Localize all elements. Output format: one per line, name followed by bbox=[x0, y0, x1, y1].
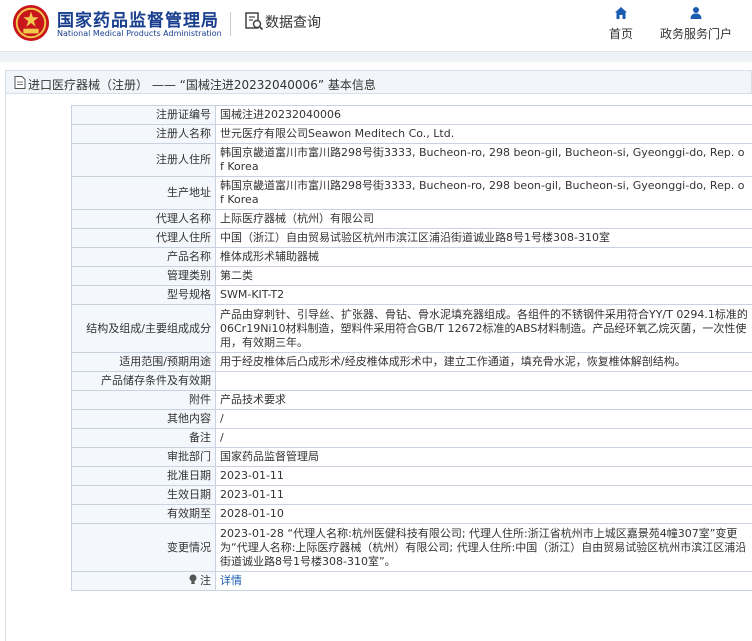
field-value: 2023-01-11 bbox=[215, 485, 752, 505]
field-label: 附件 bbox=[71, 390, 216, 410]
field-value: 韩国京畿道富川市富川路298号街3333, Bucheon-ro, 298 be… bbox=[215, 143, 752, 177]
header-divider bbox=[230, 12, 231, 36]
brand-name-en: National Medical Products Administration bbox=[57, 29, 222, 38]
field-value: 2023-01-11 bbox=[215, 466, 752, 486]
field-value: / bbox=[215, 409, 752, 429]
field-label: 审批部门 bbox=[71, 447, 216, 467]
field-label: 代理人名称 bbox=[71, 209, 216, 229]
table-row: 适用范围/预期用途 用于经皮椎体后凸成形术/经皮椎体成形术中，建立工作通道，填充骨… bbox=[71, 352, 752, 372]
field-label: 结构及组成/主要组成成分 bbox=[71, 304, 216, 353]
field-value: 用于经皮椎体后凸成形术/经皮椎体成形术中，建立工作通道，填充骨水泥，恢复椎体解剖… bbox=[215, 352, 752, 372]
field-value: 产品技术要求 bbox=[215, 390, 752, 410]
field-label: 产品储存条件及有效期 bbox=[71, 371, 216, 391]
table-row: 注册人名称 世元医疗有限公司Seawon Meditech Co., Ltd. bbox=[71, 124, 752, 144]
field-label: 代理人住所 bbox=[71, 228, 216, 248]
field-value: 产品由穿刺针、引导丝、扩张器、骨钻、骨水泥填充器组成。各组件的不锈钢件采用符合Y… bbox=[215, 304, 752, 353]
field-value: 椎体成形术辅助器械 bbox=[215, 247, 752, 267]
detail-link[interactable]: 详情 bbox=[220, 574, 242, 587]
data-query-title[interactable]: 数据查询 bbox=[265, 12, 321, 32]
table-row: 批准日期 2023-01-11 bbox=[71, 466, 752, 486]
field-label: 注册人住所 bbox=[71, 143, 216, 177]
field-value: 上际医疗器械（杭州）有限公司 bbox=[215, 209, 752, 229]
table-row: 审批部门 国家药品监督管理局 bbox=[71, 447, 752, 467]
field-value: 韩国京畿道富川市富川路298号街3333, Bucheon-ro, 298 be… bbox=[215, 176, 752, 210]
header-gap bbox=[0, 52, 752, 62]
table-row: 生效日期 2023-01-11 bbox=[71, 485, 752, 505]
field-value: SWM-KIT-T2 bbox=[215, 285, 752, 305]
search-document-icon bbox=[245, 12, 264, 31]
table-row: 代理人名称 上际医疗器械（杭州）有限公司 bbox=[71, 209, 752, 229]
table-row: 产品储存条件及有效期 bbox=[71, 371, 752, 391]
content-frame-border bbox=[5, 94, 6, 641]
field-label: 变更情况 bbox=[71, 523, 216, 572]
table-row: 管理类别 第二类 bbox=[71, 266, 752, 286]
table-row: 生产地址 韩国京畿道富川市富川路298号街3333, Bucheon-ro, 29… bbox=[71, 176, 752, 210]
breadcrumb: 进口医疗器械（注册） —— “国械注进20232040006” 基本信息 bbox=[5, 70, 752, 94]
field-label: 产品名称 bbox=[71, 247, 216, 267]
field-label: 注册证编号 bbox=[71, 105, 216, 125]
field-value: 中国（浙江）自由贸易试验区杭州市滨江区浦沿街道诚业路8号1号楼308-310室 bbox=[215, 228, 752, 248]
table-row: 结构及组成/主要组成成分 产品由穿刺针、引导丝、扩张器、骨钻、骨水泥填充器组成。各… bbox=[71, 304, 752, 353]
nav-home[interactable]: 首页 bbox=[606, 6, 636, 42]
table-row: 产品名称 椎体成形术辅助器械 bbox=[71, 247, 752, 267]
table-row-note: 注详情 bbox=[71, 571, 752, 591]
field-label: 有效期至 bbox=[71, 504, 216, 524]
note-value-cell: 详情 bbox=[215, 571, 752, 591]
field-value bbox=[215, 371, 752, 391]
breadcrumb-text: 进口医疗器械（注册） —— “国械注进20232040006” 基本信息 bbox=[28, 78, 376, 92]
field-value: 国家药品监督管理局 bbox=[215, 447, 752, 467]
field-value: 第二类 bbox=[215, 266, 752, 286]
site-header: 国家药品监督管理局 National Medical Products Admi… bbox=[0, 0, 752, 52]
field-label: 注册人名称 bbox=[71, 124, 216, 144]
field-label: 适用范围/预期用途 bbox=[71, 352, 216, 372]
field-value: 2023-01-28 “代理人名称:杭州医健科技有限公司; 代理人住所:浙江省杭… bbox=[215, 523, 752, 572]
table-row: 变更情况 2023-01-28 “代理人名称:杭州医健科技有限公司; 代理人住所:… bbox=[71, 523, 752, 572]
brand-name-cn[interactable]: 国家药品监督管理局 bbox=[57, 6, 219, 31]
field-label: 型号规格 bbox=[71, 285, 216, 305]
table-row: 型号规格 SWM-KIT-T2 bbox=[71, 285, 752, 305]
table-row: 其他内容 / bbox=[71, 409, 752, 429]
table-row: 有效期至 2028-01-10 bbox=[71, 504, 752, 524]
field-value: / bbox=[215, 428, 752, 448]
field-label: 管理类别 bbox=[71, 266, 216, 286]
bulb-icon bbox=[189, 574, 197, 584]
user-icon bbox=[690, 7, 702, 19]
nav-home-label: 首页 bbox=[608, 27, 633, 41]
field-label: 备注 bbox=[71, 428, 216, 448]
nav-gov-service[interactable]: 政务服务门户 bbox=[658, 6, 734, 42]
national-emblem-logo[interactable] bbox=[12, 4, 50, 42]
field-label: 批准日期 bbox=[71, 466, 216, 486]
home-icon bbox=[615, 7, 627, 19]
field-value: 世元医疗有限公司Seawon Meditech Co., Ltd. bbox=[215, 124, 752, 144]
nav-gov-label: 政务服务门户 bbox=[659, 27, 732, 41]
table-row: 备注 / bbox=[71, 428, 752, 448]
table-row: 注册人住所 韩国京畿道富川市富川路298号街3333, Bucheon-ro, 2… bbox=[71, 143, 752, 177]
field-label: 生效日期 bbox=[71, 485, 216, 505]
table-row: 附件 产品技术要求 bbox=[71, 390, 752, 410]
note-label-cell: 注 bbox=[71, 571, 216, 591]
field-label: 其他内容 bbox=[71, 409, 216, 429]
table-row: 代理人住所 中国（浙江）自由贸易试验区杭州市滨江区浦沿街道诚业路8号1号楼308-… bbox=[71, 228, 752, 248]
field-value: 2028-01-10 bbox=[215, 504, 752, 524]
note-label: 注 bbox=[200, 574, 211, 587]
document-icon bbox=[14, 76, 26, 89]
field-label: 生产地址 bbox=[71, 176, 216, 210]
table-row: 注册证编号 国械注进20232040006 bbox=[71, 105, 752, 125]
field-value: 国械注进20232040006 bbox=[215, 105, 752, 125]
record-table: 注册证编号 国械注进20232040006 注册人名称 世元医疗有限公司Seawon … bbox=[71, 105, 752, 591]
